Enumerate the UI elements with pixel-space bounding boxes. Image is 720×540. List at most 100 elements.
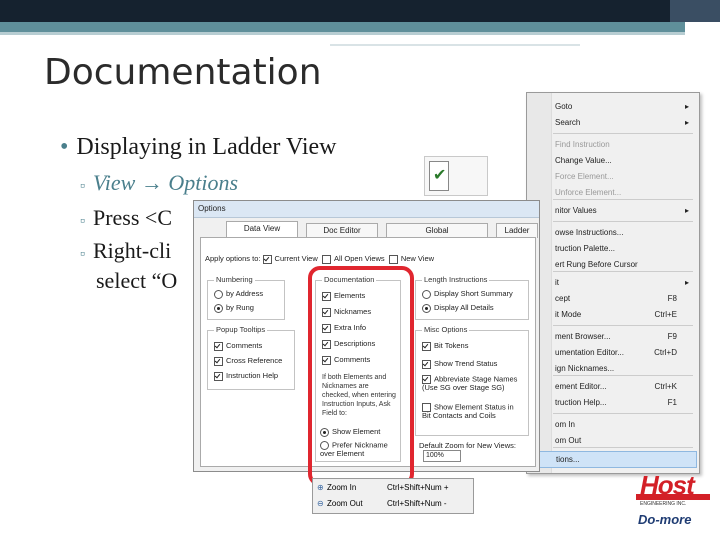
context-menu-item[interactable]: cept F8	[531, 291, 695, 306]
context-menu-item[interactable]: Goto ▸	[531, 99, 695, 114]
context-menu-item[interactable]: Search ▸	[531, 115, 695, 130]
zoom-out-item[interactable]: ⊖ Zoom Out Ctrl+Shift+Num -	[317, 496, 467, 511]
sub-bullet-marker: ▫	[80, 179, 85, 194]
context-menu-item-shortcut: F9	[667, 332, 677, 341]
context-menu-item-label: ign Nicknames...	[555, 364, 615, 373]
context-menu-item[interactable]: ment Browser... F9	[531, 329, 695, 344]
tab-data-view[interactable]: Data View	[226, 221, 298, 238]
context-menu-item[interactable]: owse Instructions...	[531, 225, 695, 240]
context-menu-item[interactable]: ement Editor... Ctrl+K	[531, 379, 695, 394]
check-icon: ✔	[433, 167, 447, 184]
apply-new-checkbox[interactable]	[388, 254, 398, 264]
context-menu-item[interactable]: ign Nicknames...	[531, 361, 695, 376]
misc-bit-tokens[interactable]: Bit Tokens	[422, 341, 468, 351]
submenu-arrow-icon: ▸	[684, 118, 689, 127]
host-logo-subtitle: ENGINEERING INC.	[640, 501, 687, 507]
context-menu-item[interactable]: umentation Editor... Ctrl+D	[531, 345, 695, 360]
tab-global[interactable]: Global	[386, 223, 488, 238]
misc-trend-status[interactable]: Show Trend Status	[422, 359, 497, 369]
context-menu-item[interactable]: truction Palette...	[531, 241, 695, 256]
submenu-arrow-icon: ▸	[684, 102, 689, 111]
numbering-address[interactable]: by Address	[214, 289, 263, 299]
popup-help[interactable]: Instruction Help	[214, 371, 278, 381]
length-instructions-group: Length Instructions Display Short Summar…	[415, 275, 529, 320]
menu-options: Options	[168, 170, 239, 195]
zoom-in-icon: ⊕	[317, 483, 324, 492]
misc-abbreviate[interactable]: Abbreviate Stage Names (Use SG over Stag…	[422, 375, 522, 392]
misc-abbreviate-checkbox[interactable]	[422, 375, 431, 384]
popup-help-checkbox[interactable]	[214, 371, 223, 381]
apply-label: Apply options to:	[205, 254, 261, 263]
popup-crossref-checkbox[interactable]	[214, 356, 223, 366]
context-menu-item[interactable]: Force Element...	[531, 169, 695, 184]
context-menu-item[interactable]: om Out	[531, 433, 695, 448]
thin-divider	[330, 44, 580, 46]
apply-all-checkbox[interactable]	[321, 254, 331, 264]
menu-view: View	[92, 170, 136, 195]
misc-trend-status-checkbox[interactable]	[422, 359, 431, 369]
zoom-out-shortcut: Ctrl+Shift+Num -	[387, 499, 447, 508]
context-menu-item[interactable]: Unforce Element...	[531, 185, 695, 200]
length-all[interactable]: Display All Details	[422, 303, 494, 313]
length-short-label: Display Short Summary	[434, 289, 513, 298]
context-menu-item[interactable]: om In	[531, 417, 695, 432]
popup-comments-checkbox[interactable]	[214, 341, 223, 351]
context-menu-item-label: cept	[555, 294, 571, 303]
sub-bullet-marker: ▫	[80, 214, 85, 229]
options-toolbar-icon[interactable]: ✔	[424, 156, 488, 196]
tab-ladder[interactable]: Ladder	[496, 223, 538, 238]
length-short[interactable]: Display Short Summary	[422, 289, 513, 299]
context-menu-item-shortcut: Ctrl+D	[654, 348, 677, 357]
context-menu-item[interactable]: nitor Values ▸	[531, 203, 695, 218]
arrow-icon: →	[140, 170, 163, 195]
zoom-in-shortcut: Ctrl+Shift+Num +	[387, 483, 449, 492]
tab-doc-editor[interactable]: Doc Editor	[306, 223, 378, 238]
popup-comments[interactable]: Comments	[214, 341, 262, 351]
dialog-caption: Options	[194, 201, 539, 218]
submenu-arrow-icon: ▸	[684, 206, 689, 215]
default-zoom-select[interactable]: 100%	[423, 450, 461, 462]
misc-trend-status-label: Show Trend Status	[434, 359, 498, 368]
numbering-rung-radio[interactable]	[214, 303, 223, 313]
context-menu-item-label: ment Browser...	[555, 332, 611, 341]
context-menu-item[interactable]: tions...	[531, 451, 697, 468]
zoom-in-item[interactable]: ⊕ Zoom In Ctrl+Shift+Num +	[317, 480, 467, 495]
context-menu-item[interactable]: it ▸	[531, 275, 695, 290]
misc-element-status-checkbox[interactable]	[422, 403, 431, 412]
length-short-radio[interactable]	[422, 289, 431, 299]
context-menu-item[interactable]: Find Instruction	[531, 137, 695, 152]
context-menu-item-label: Find Instruction	[555, 140, 610, 149]
misc-element-status[interactable]: Show Element Status in Bit Contacts and …	[422, 403, 522, 420]
context-menu-item-label: om In	[555, 420, 576, 429]
context-menu-item[interactable]: Change Value...	[531, 153, 695, 168]
host-logo: Host ENGINEERING INC. Do-more	[634, 470, 714, 532]
length-label: Length Instructions	[422, 275, 490, 284]
sub-bullet-right-click: ▫ Right-cli	[80, 238, 171, 264]
length-all-radio[interactable]	[422, 303, 431, 313]
context-menu-item-label: umentation Editor...	[555, 348, 624, 357]
numbering-rung[interactable]: by Rung	[214, 303, 254, 313]
sub-bullet-press: ▫ Press <C	[80, 205, 172, 231]
top-bar-accent	[670, 0, 720, 22]
popup-crossref[interactable]: Cross Reference	[214, 356, 282, 366]
zoom-menu: ⊕ Zoom In Ctrl+Shift+Num + ⊖ Zoom Out Ctrl+S…	[312, 478, 474, 514]
popup-help-label: Instruction Help	[226, 371, 279, 380]
numbering-address-radio[interactable]	[214, 289, 223, 299]
context-menu-item-shortcut: F8	[667, 294, 677, 303]
teal-band-light	[0, 32, 685, 35]
context-menu-item-label: om Out	[555, 436, 582, 445]
submenu-arrow-icon: ▸	[684, 278, 689, 287]
length-all-label: Display All Details	[434, 303, 494, 312]
context-menu-item[interactable]: truction Help... F1	[531, 395, 695, 410]
apply-current-label: Current View	[274, 254, 318, 263]
numbering-rung-label: by Rung	[226, 303, 254, 312]
context-menu-item-label: ert Rung Before Cursor	[555, 260, 638, 269]
context-menu-item[interactable]: it Mode Ctrl+E	[531, 307, 695, 322]
sub-bullet-marker: ▫	[80, 247, 85, 262]
apply-current-checkbox[interactable]	[262, 254, 272, 264]
sub-bullet-select: select “O	[96, 268, 178, 293]
context-menu-item[interactable]: ert Rung Before Cursor	[531, 257, 695, 272]
misc-bit-tokens-checkbox[interactable]	[422, 341, 431, 351]
context-menu-item-label: tions...	[556, 455, 580, 464]
domore-logo: Do-more	[638, 512, 692, 527]
